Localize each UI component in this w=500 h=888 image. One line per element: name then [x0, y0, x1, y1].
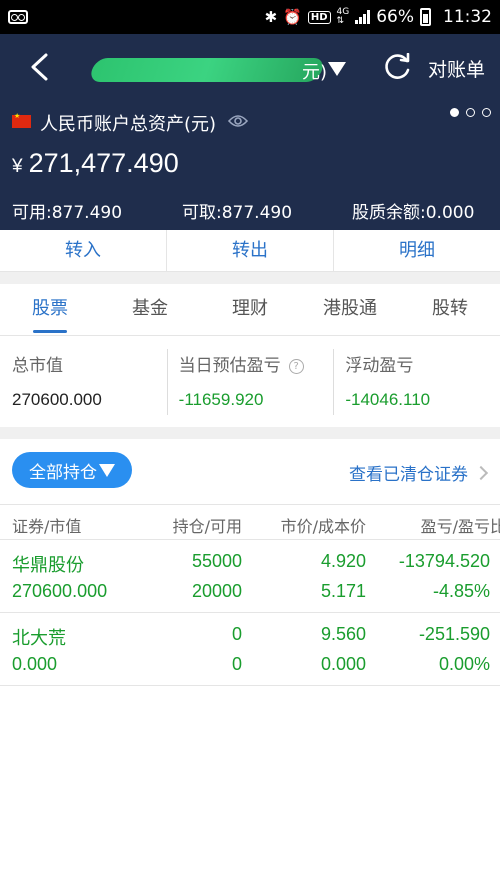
profit-loss-pct: -4.85% [432, 581, 490, 601]
fund-actions: 转入 转出 明细 [0, 230, 500, 272]
total-assets-label: 人民币账户总资产(元) [40, 114, 217, 135]
clock: 11:32 [443, 7, 492, 27]
network-type: 4G ⇅ [336, 7, 350, 26]
page-dot [466, 108, 475, 117]
security-value: 270600.000 [12, 581, 108, 601]
column-security: 证券/市值 [12, 517, 82, 536]
signal-icon [355, 10, 371, 24]
statement-button[interactable]: 对账单 [428, 55, 485, 82]
floating-pl-cell: 浮动盈亏 -14046.110 [333, 337, 500, 427]
tab-neeq[interactable]: 股转 [400, 284, 500, 335]
account-header: 元) 对账单 人民币账户总资产(元) ¥271,477.490 可用:877.4… [0, 34, 500, 230]
eye-icon[interactable] [228, 114, 248, 128]
floating-pl-value: -14046.110 [345, 390, 431, 409]
profit-loss: -13794.520 [398, 551, 490, 571]
available-qty: 20000 [191, 581, 242, 601]
security-value: 0.000 [12, 654, 58, 674]
position-filter-label: 全部持仓 [29, 462, 97, 483]
details-button[interactable]: 明细 [334, 230, 500, 271]
cleared-securities-label: 查看已清仓证券 [349, 465, 468, 485]
redaction-scribble [88, 58, 326, 82]
position-filter-button[interactable]: 全部持仓 [12, 452, 132, 488]
available-balance: 可用:877.490 [12, 203, 123, 223]
profit-loss-pct: 0.00% [438, 654, 490, 674]
account-suffix: 元) [302, 62, 328, 83]
market-value: 270600.000 [12, 390, 102, 409]
transfer-out-button[interactable]: 转出 [167, 230, 334, 271]
tab-wealth[interactable]: 理财 [200, 284, 300, 335]
market-value-label: 总市值 [12, 356, 63, 376]
table-row[interactable]: 华鼎股份 270600.000 55000 20000 4.920 5.171 … [0, 541, 500, 613]
transfer-in-button[interactable]: 转入 [0, 230, 167, 271]
status-bar: ✱ ⏰ HD 4G ⇅ 66% 11:32 [0, 0, 500, 34]
refresh-icon[interactable] [384, 53, 412, 81]
help-icon[interactable]: ? [288, 359, 304, 374]
column-holding: 持仓/可用 [172, 517, 242, 536]
tab-stocks[interactable]: 股票 [0, 284, 100, 335]
holding-qty: 55000 [191, 551, 242, 571]
market-price: 9.560 [320, 624, 366, 644]
battery-icon [420, 8, 431, 26]
daily-pl-value: -11659.920 [178, 390, 264, 409]
dropdown-triangle-icon [328, 62, 346, 76]
page-dot [482, 108, 491, 117]
column-pl: 盈亏/盈亏比 [420, 517, 500, 536]
section-divider [0, 272, 500, 284]
asset-category-tabs: 股票 基金 理财 港股通 股转 [0, 284, 500, 336]
section-divider [0, 427, 500, 439]
page-dot [450, 108, 459, 117]
hd-icon: HD [307, 10, 331, 24]
chevron-right-icon [473, 465, 489, 480]
positions-table-header: 证券/市值 持仓/可用 市价/成本价 盈亏/盈亏比 [0, 504, 500, 540]
total-assets-amount: 271,477.490 [28, 148, 179, 178]
back-arrow-icon[interactable] [26, 52, 54, 82]
security-name: 北大荒 [12, 628, 66, 649]
total-assets-value: ¥271,477.490 [12, 148, 179, 179]
column-price: 市价/成本价 [280, 517, 366, 536]
available-qty: 0 [231, 654, 242, 674]
holdings-summary: 总市值 270600.000 当日预估盈亏? -11659.920 浮动盈亏 -… [0, 337, 500, 427]
china-flag-icon [12, 112, 31, 128]
daily-pl-cell: 当日预估盈亏? -11659.920 [166, 337, 334, 427]
security-name: 华鼎股份 [12, 555, 84, 576]
holding-qty: 0 [231, 624, 242, 644]
alarm-icon: ⏰ [283, 7, 302, 26]
cost-price: 5.171 [320, 581, 366, 601]
tab-hk-connect[interactable]: 港股通 [300, 284, 400, 335]
dropdown-triangle-icon [99, 463, 115, 477]
daily-pl-label: 当日预估盈亏 [178, 356, 281, 376]
tab-funds[interactable]: 基金 [100, 284, 200, 335]
market-value-cell: 总市值 270600.000 [0, 337, 167, 427]
table-row[interactable]: 北大荒 0.000 0 0 9.560 0.000 -251.590 0.00% [0, 614, 500, 686]
voicemail-icon [8, 10, 28, 24]
market-price: 4.920 [320, 551, 366, 571]
cleared-securities-link[interactable]: 查看已清仓证券 [349, 460, 489, 485]
withdrawable-balance: 可取:877.490 [182, 203, 293, 223]
page-indicator [450, 108, 491, 117]
battery-percent: 66% [376, 7, 414, 27]
profit-loss: -251.590 [418, 624, 490, 644]
currency-symbol: ¥ [12, 156, 23, 177]
cost-price: 0.000 [320, 654, 366, 674]
account-selector[interactable]: 元) [88, 56, 350, 84]
bluetooth-icon: ✱ [264, 7, 278, 26]
floating-pl-label: 浮动盈亏 [345, 356, 414, 376]
pledge-balance: 股质余额:0.000 [352, 203, 475, 223]
